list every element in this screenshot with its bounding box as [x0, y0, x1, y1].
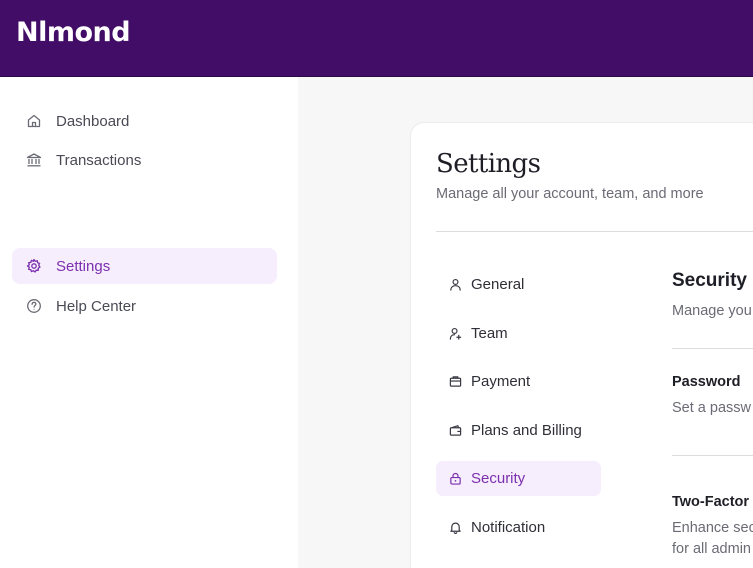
section-title: Security [672, 270, 747, 291]
gear-icon [25, 257, 43, 275]
header-divider [436, 231, 753, 232]
settings-nav-label: Notification [471, 519, 546, 536]
sidebar-item-settings[interactable]: Settings [12, 248, 277, 284]
settings-nav-label: Team [471, 325, 508, 342]
help-circle-icon [25, 297, 43, 315]
sidebar-item-help-center[interactable]: Help Center [12, 288, 277, 324]
settings-nav-label: General [471, 276, 525, 293]
user-plus-icon [448, 327, 462, 341]
top-bar: Nlmond [0, 0, 753, 77]
bell-icon [448, 521, 462, 535]
password-row-title: Password [672, 374, 741, 390]
sidebar-item-dashboard[interactable]: Dashboard [12, 103, 277, 139]
two-factor-row-desc-line2: for all admin [672, 541, 751, 557]
settings-nav-label: Security [471, 470, 526, 487]
settings-nav-general[interactable]: General [436, 267, 601, 302]
settings-nav-security[interactable]: Security [436, 461, 601, 496]
lock-icon [448, 472, 462, 486]
sidebar-item-label: Dashboard [56, 112, 130, 130]
card-icon [448, 375, 462, 389]
two-factor-row-title: Two-Factor [672, 494, 750, 510]
settings-nav-payment[interactable]: Payment [436, 364, 601, 399]
settings-nav-team[interactable]: Team [436, 316, 601, 351]
sidebar-item-label: Transactions [56, 151, 142, 169]
row-divider [672, 455, 753, 456]
bank-icon [25, 151, 43, 169]
sidebar-item-label: Help Center [56, 297, 137, 315]
page-subtitle: Manage all your account, team, and more [436, 186, 704, 202]
user-icon [448, 278, 462, 292]
wallet-icon [448, 424, 462, 438]
settings-nav-notification[interactable]: Notification [436, 510, 601, 545]
section-subtitle: Manage you [672, 303, 752, 319]
sidebar-item-label: Settings [56, 257, 111, 275]
brand-logo[interactable]: Nlmond [16, 18, 131, 48]
settings-nav-plans-billing[interactable]: Plans and Billing [436, 413, 601, 448]
settings-nav-label: Payment [471, 373, 531, 390]
section-divider [672, 348, 753, 349]
settings-nav-label: Plans and Billing [471, 422, 582, 439]
home-icon [25, 112, 43, 130]
app-window: Nlmond Dashboard Transactions Settings H… [0, 0, 753, 568]
password-row-desc: Set a passw [672, 400, 751, 416]
sidebar-item-transactions[interactable]: Transactions [12, 142, 277, 178]
page-title: Settings [436, 149, 541, 179]
two-factor-row-desc: Enhance sec [672, 520, 753, 536]
